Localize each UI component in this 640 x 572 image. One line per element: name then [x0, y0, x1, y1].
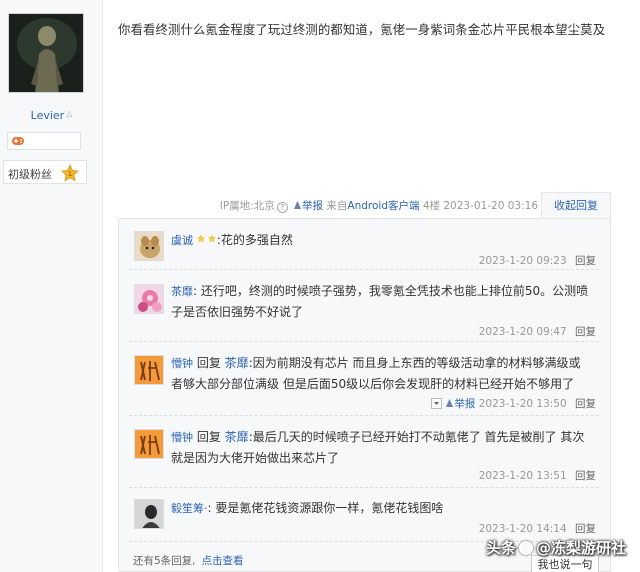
source-prefix: 来自 — [326, 200, 348, 212]
watermark-logo-icon — [519, 541, 534, 555]
reply-button[interactable]: 回复 — [575, 398, 596, 410]
reply-content-line1: :最后几天的时候喷子已经开始打不动氪佬了 首先是被削了 其次 — [248, 430, 585, 444]
reply-content-line2: 子是否依旧强势不好说了 — [171, 305, 304, 319]
reply-time: 2023-1-20 09:47 — [478, 326, 567, 338]
member-badge-icon — [196, 234, 216, 243]
author-avatar[interactable] — [8, 13, 84, 93]
reply-meta: 2023-1-20 13:51 回复 — [479, 468, 596, 483]
watermark-account: 冻梨游研社 — [551, 539, 627, 557]
source-client-link[interactable]: Android客户端 — [347, 200, 419, 212]
svg-text:1: 1 — [68, 170, 72, 178]
reply-content: :花的多强自然 — [216, 233, 293, 247]
report-icon — [294, 201, 302, 209]
author-name[interactable]: Levier △ — [0, 109, 103, 122]
reply-username[interactable]: 毅笙筹· — [171, 502, 208, 515]
reply-time: 2023-1-20 13:51 — [478, 470, 567, 482]
ip-location: IP属地:北京 — [219, 200, 275, 212]
watermark: 头条 @冻梨游研社 — [486, 537, 626, 563]
collapse-replies-button[interactable]: 收起回复 — [541, 192, 611, 218]
reply-time: 2023-1-20 09:23 — [478, 255, 567, 267]
reply-text: 懵钟 回复 茶靡:因为前期没有芯片 而且身上东西的等级活动拿的材料够满级或 者够… — [171, 353, 599, 394]
report-label: 举报 — [302, 200, 324, 212]
reply-meta: 2023-1-20 09:47 回复 — [479, 324, 596, 339]
divider — [129, 341, 599, 342]
reply-username[interactable]: 懵钟 — [171, 357, 193, 370]
watermark-brand: 头条 — [486, 539, 517, 557]
floor-number: 4楼 — [422, 200, 441, 212]
post-content: 你看看终测什么氪金程度了玩过终测的都知道，氪佬一身紫词条金芯片平民根本望尘莫及 — [118, 22, 606, 37]
divider — [129, 269, 599, 270]
report-link[interactable]: 举报 — [293, 200, 326, 212]
reply-text: 虞诚 :花的多强自然 — [171, 230, 599, 251]
reply-content: : 要是氪佬花钱资源跟你一样，氪佬花钱图啥 — [207, 501, 444, 515]
reply-button[interactable]: 回复 — [575, 523, 596, 535]
more-replies-count: 还有5条回复, — [133, 555, 196, 567]
reply-text: 懵钟 回复 茶靡:最后几天的时候喷子已经开始打不动氪佬了 首先是被削了 其次 就… — [171, 427, 599, 468]
view-more-link[interactable]: 点击查看 — [202, 555, 244, 567]
reply-meta: 2023-1-20 09:23 回复 — [479, 253, 596, 268]
avatar-image — [135, 500, 163, 528]
gender-icon: △ — [66, 109, 73, 118]
chevron-down-icon[interactable] — [431, 398, 443, 409]
reply-word: 回复 — [196, 430, 221, 444]
avatar[interactable] — [134, 284, 164, 314]
avatar[interactable] — [134, 429, 164, 459]
avatar-image — [135, 430, 163, 458]
reply-target-user[interactable]: 茶靡 — [225, 430, 249, 444]
reply-target-user[interactable]: 茶靡 — [225, 356, 249, 370]
more-replies: 还有5条回复, 点击查看 — [133, 553, 244, 568]
reply-content-line1: : 还行吧，终测的时候喷子强势，我零氪全凭技术也能上排位前50。公测喷 — [193, 284, 589, 298]
reply-time: 2023-1-20 14:14 — [478, 523, 567, 535]
reply-content-line2: 就是因为大佬开始做出来芯片了 — [171, 451, 340, 465]
author-sidebar: Levier △ 初级粉丝 1 — [0, 0, 103, 572]
post-timestamp: 2023-01-20 03:16 — [443, 200, 538, 212]
reply-button[interactable]: 回复 — [575, 326, 596, 338]
reply-text: 茶靡: 还行吧，终测的时候喷子强势，我零氪全凭技术也能上排位前50。公测喷 子是… — [171, 281, 599, 322]
star-level-icon: 1 — [61, 164, 79, 182]
post-meta: IP属地:北京? 举报 来自Android客户端 4楼 2023-01-20 0… — [118, 198, 538, 214]
reply-time: 2023-1-20 13:50 — [478, 398, 567, 410]
reply-content-line2: 者够大部分部位满级 但是后面50级以后你会发现肝的材料已经开始不够用了 — [171, 377, 575, 391]
reply-content-line1: :因为前期没有芯片 而且身上东西的等级活动拿的材料够满级或 — [248, 356, 581, 370]
report-link[interactable]: 举报 — [454, 398, 475, 410]
reply-button[interactable]: 回复 — [575, 255, 596, 267]
help-icon[interactable]: ? — [276, 202, 288, 213]
game-badge[interactable] — [7, 132, 81, 150]
avatar-image — [135, 356, 163, 384]
watermark-at: @ — [536, 539, 552, 557]
fan-level-label: 初级粉丝 — [8, 168, 52, 181]
reply-meta: 2023-1-20 14:14 回复 — [479, 521, 596, 536]
avatar-image — [135, 285, 163, 313]
reply-meta: 举报 2023-1-20 13:50 回复 — [431, 396, 596, 411]
reply-text: 毅笙筹·: 要是氪佬花钱资源跟你一样，氪佬花钱图啥 — [171, 498, 599, 519]
reply-username[interactable]: 茶靡 — [171, 285, 193, 298]
reply-username[interactable]: 懵钟 — [171, 431, 193, 444]
avatar[interactable] — [134, 355, 164, 385]
avatar-image — [135, 232, 163, 260]
divider — [129, 487, 599, 488]
fan-level-badge[interactable]: 初级粉丝 1 — [3, 160, 87, 184]
reply-username[interactable]: 虞诚 — [171, 234, 193, 247]
reply-word: 回复 — [196, 356, 221, 370]
avatar-image — [9, 14, 83, 92]
author-name-text[interactable]: Levier — [31, 109, 65, 122]
avatar[interactable] — [134, 231, 164, 261]
divider — [129, 415, 599, 416]
avatar[interactable] — [134, 499, 164, 529]
reply-list: 虞诚 :花的多强自然 2023-1-20 09:23 回复 茶靡: 还行吧，终测… — [118, 218, 611, 572]
gamepad-icon — [12, 137, 24, 145]
reply-button[interactable]: 回复 — [575, 470, 596, 482]
